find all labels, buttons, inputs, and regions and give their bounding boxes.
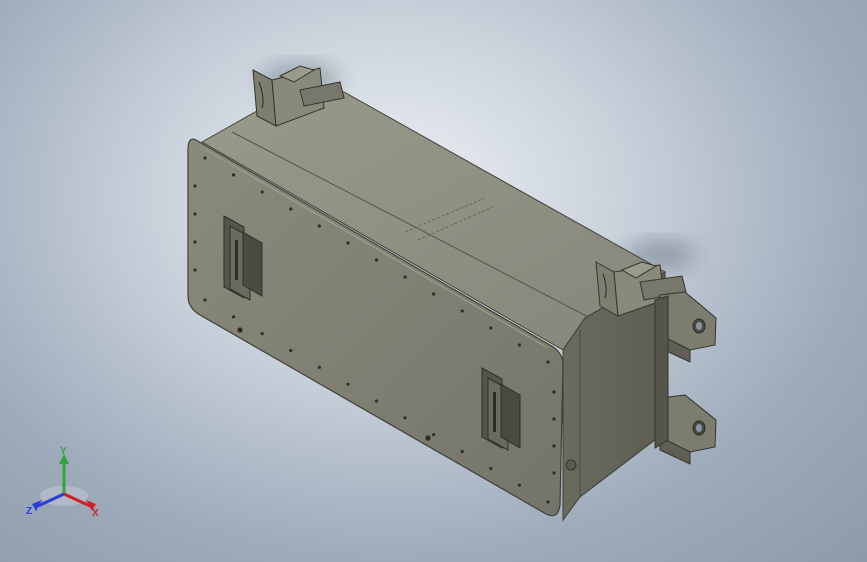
- cad-viewport[interactable]: Y X Z: [0, 0, 867, 562]
- flange-bolt: [552, 471, 556, 475]
- flange-bolt: [403, 416, 407, 420]
- flange-bolt: [546, 360, 550, 364]
- flange-bolt: [517, 483, 522, 487]
- flange-bolt: [517, 343, 522, 347]
- flange-bolt: [289, 207, 293, 211]
- flange-bolt: [260, 332, 264, 336]
- x-axis-label: X: [92, 508, 99, 519]
- flange-bolt: [432, 292, 436, 296]
- flange-bolt: [317, 224, 321, 228]
- flange-bolt: [203, 298, 207, 302]
- flange-bolt: [432, 433, 436, 437]
- flange-bolt: [346, 241, 350, 245]
- flange-bolt: [425, 435, 431, 441]
- battery-box-model[interactable]: [0, 0, 867, 562]
- flange-bolt: [203, 156, 207, 160]
- view-orientation-triad[interactable]: Y X Z: [22, 446, 106, 526]
- flange-bolt: [346, 382, 350, 386]
- flange-bolt: [552, 444, 556, 448]
- flange-bolt: [289, 348, 293, 353]
- flange-bolt: [489, 326, 493, 330]
- flange-bolt: [460, 309, 464, 313]
- flange-bolt: [546, 500, 550, 504]
- flange-bolt: [193, 184, 197, 188]
- side-port: [565, 459, 577, 471]
- flange-bolt: [489, 466, 493, 470]
- flange-bolt: [237, 327, 243, 333]
- flange-bolt: [231, 315, 236, 319]
- flange-bolt: [460, 449, 464, 454]
- flange-bolt: [193, 212, 197, 216]
- flange-bolt: [193, 268, 197, 272]
- flange-bolt: [403, 275, 407, 279]
- y-axis-label: Y: [60, 446, 67, 457]
- flange-bolt: [552, 417, 556, 421]
- flange-bolt: [317, 365, 321, 369]
- flange-bolt: [374, 399, 379, 403]
- flange-bolt: [231, 173, 236, 177]
- flange-bolt: [552, 390, 556, 394]
- flange-bolt: [374, 258, 379, 262]
- lug-backplate: [654, 295, 669, 449]
- flange-bolt: [260, 190, 264, 194]
- flange-bolt: [193, 240, 197, 244]
- z-axis-label: Z: [26, 506, 32, 517]
